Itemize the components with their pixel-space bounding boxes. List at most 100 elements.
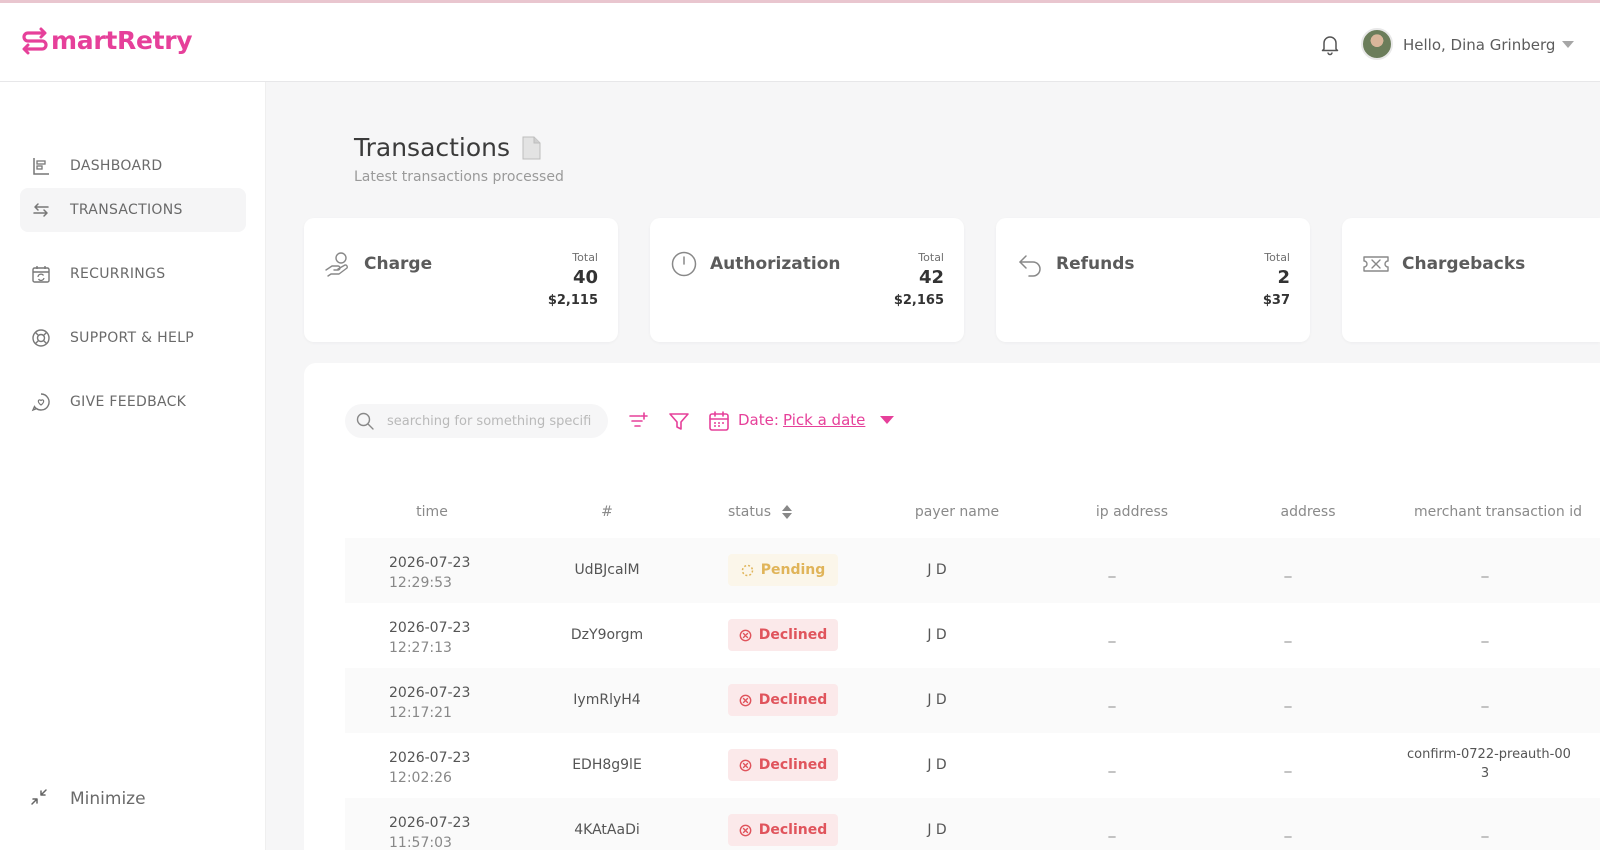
hand-coin-icon	[324, 250, 352, 278]
row-time: 12:02:26	[389, 770, 452, 786]
logo-s-icon	[20, 25, 50, 55]
sidebar-item-dashboard[interactable]: DASHBOARD	[20, 144, 246, 188]
sidebar: DASHBOARD TRANSACTIONS RECURRINGS SUPPOR…	[0, 82, 266, 850]
card-amount: $2,115	[547, 293, 598, 308]
row-merchant-id: confirm-0722-preauth-00	[1407, 747, 1571, 762]
card-title: Refunds	[1056, 254, 1135, 274]
swap-arrows-icon	[30, 199, 52, 221]
row-payer: J D	[927, 562, 947, 578]
sort-icon[interactable]	[781, 504, 793, 520]
date-dropdown-icon[interactable]	[880, 416, 894, 424]
refunds-card[interactable]: Refunds Total 2 $37	[996, 218, 1310, 342]
card-count: 42	[918, 267, 944, 288]
card-total-label: Total	[572, 251, 598, 264]
pending-spinner-icon	[741, 564, 754, 577]
table-row[interactable]: 2026-07-23 12:02:26 EDH8g9lE Declined J …	[345, 733, 1600, 798]
search-box[interactable]	[345, 404, 608, 438]
status-text: Declined	[758, 822, 828, 838]
column-header-ip-address[interactable]: ip address	[1072, 504, 1192, 520]
charge-card[interactable]: Charge Total 40 $2,115	[304, 218, 618, 342]
row-id: IymRlyH4	[573, 692, 641, 708]
app-header: martRetry Hello, Dina Grinberg	[0, 3, 1600, 82]
chevron-down-icon[interactable]	[1562, 41, 1574, 48]
row-payer: J D	[927, 627, 947, 643]
status-text: Declined	[758, 627, 828, 643]
table-row[interactable]: 2026-07-23 11:57:03 4KAtAaDi Declined J …	[345, 798, 1600, 850]
bell-icon[interactable]	[1318, 32, 1342, 56]
sidebar-item-support-help[interactable]: SUPPORT & HELP	[20, 316, 246, 360]
row-time: 12:29:53	[389, 575, 452, 591]
sidebar-item-recurrings[interactable]: RECURRINGS	[20, 252, 246, 296]
feedback-icon	[30, 391, 52, 413]
row-date: 2026-07-23	[389, 750, 471, 766]
column-header-status-label: status	[728, 504, 772, 520]
page-title-text: Transactions	[354, 133, 511, 162]
row-merchant-id: _	[1481, 562, 1489, 578]
card-title: Chargebacks	[1402, 254, 1526, 274]
status-badge: Declined	[728, 749, 838, 781]
calendar-icon[interactable]	[707, 409, 731, 433]
status-text: Pending	[760, 562, 826, 578]
minimize-label: Minimize	[70, 789, 146, 809]
sidebar-item-transactions[interactable]: TRANSACTIONS	[20, 188, 246, 232]
declined-x-icon	[739, 759, 752, 772]
row-address: _	[1284, 627, 1292, 643]
row-date: 2026-07-23	[389, 555, 471, 571]
card-count: 2	[1277, 267, 1290, 288]
search-icon	[355, 411, 375, 431]
row-ip: _	[1108, 692, 1116, 708]
user-avatar[interactable]	[1361, 28, 1393, 60]
sidebar-item-give-feedback[interactable]: GIVE FEEDBACK	[20, 380, 246, 424]
row-time: 11:57:03	[389, 835, 452, 850]
authorization-card[interactable]: Authorization Total 42 $2,165	[650, 218, 964, 342]
row-merchant-id: _	[1481, 692, 1489, 708]
declined-x-icon	[739, 824, 752, 837]
pick-date-link[interactable]: Pick a date	[783, 411, 865, 429]
row-ip: _	[1108, 627, 1116, 643]
page-title: Transactions	[354, 133, 542, 162]
date-label: Date:	[738, 411, 779, 429]
column-header-address[interactable]: address	[1258, 504, 1358, 520]
row-merchant-id: _	[1481, 627, 1489, 643]
row-ip: _	[1108, 822, 1116, 838]
clock-icon	[670, 250, 698, 278]
card-total-label: Total	[1264, 251, 1290, 264]
declined-x-icon	[739, 694, 752, 707]
calendar-sync-icon	[30, 263, 52, 285]
card-amount: $37	[1262, 293, 1290, 308]
row-date: 2026-07-23	[389, 685, 471, 701]
chargebacks-card[interactable]: Chargebacks	[1342, 218, 1600, 342]
lifebuoy-icon	[30, 327, 52, 349]
status-badge: Declined	[728, 814, 838, 846]
row-payer: J D	[927, 822, 947, 838]
table-row[interactable]: 2026-07-23 12:29:53 UdBJcalM Pending J D…	[345, 538, 1600, 603]
sidebar-item-label: RECURRINGS	[70, 266, 166, 282]
row-time: 12:17:21	[389, 705, 452, 721]
row-address: _	[1284, 757, 1292, 773]
card-total-label: Total	[918, 251, 944, 264]
card-amount: $2,165	[893, 293, 944, 308]
column-header-payer-name[interactable]: payer name	[897, 504, 1017, 520]
sidebar-item-label: TRANSACTIONS	[70, 202, 183, 218]
filter-funnel-icon[interactable]	[667, 409, 691, 433]
minimize-button[interactable]: Minimize	[28, 786, 146, 812]
search-input[interactable]	[387, 413, 592, 429]
ticket-x-icon	[1362, 250, 1390, 278]
column-header-status[interactable]: status	[728, 504, 838, 520]
row-address: _	[1284, 562, 1292, 578]
row-id: UdBJcalM	[574, 562, 640, 578]
column-header-id[interactable]: #	[582, 504, 632, 520]
column-header-time[interactable]: time	[397, 504, 467, 520]
status-badge: Pending	[728, 554, 838, 586]
column-header-merchant-transaction-id[interactable]: merchant transaction id	[1414, 504, 1600, 520]
add-filter-icon[interactable]	[626, 409, 650, 433]
table-row[interactable]: 2026-07-23 12:17:21 IymRlyH4 Declined J …	[345, 668, 1600, 733]
row-merchant-id-wrap: 3	[1480, 766, 1490, 781]
row-merchant-id: _	[1481, 822, 1489, 838]
user-greeting[interactable]: Hello, Dina Grinberg	[1403, 36, 1555, 54]
app-logo[interactable]: martRetry	[20, 25, 193, 55]
status-text: Declined	[758, 692, 828, 708]
table-row[interactable]: 2026-07-23 12:27:13 DzY9orgm Declined J …	[345, 603, 1600, 668]
page-subtitle: Latest transactions processed	[354, 169, 564, 185]
sidebar-item-label: SUPPORT & HELP	[70, 330, 194, 346]
